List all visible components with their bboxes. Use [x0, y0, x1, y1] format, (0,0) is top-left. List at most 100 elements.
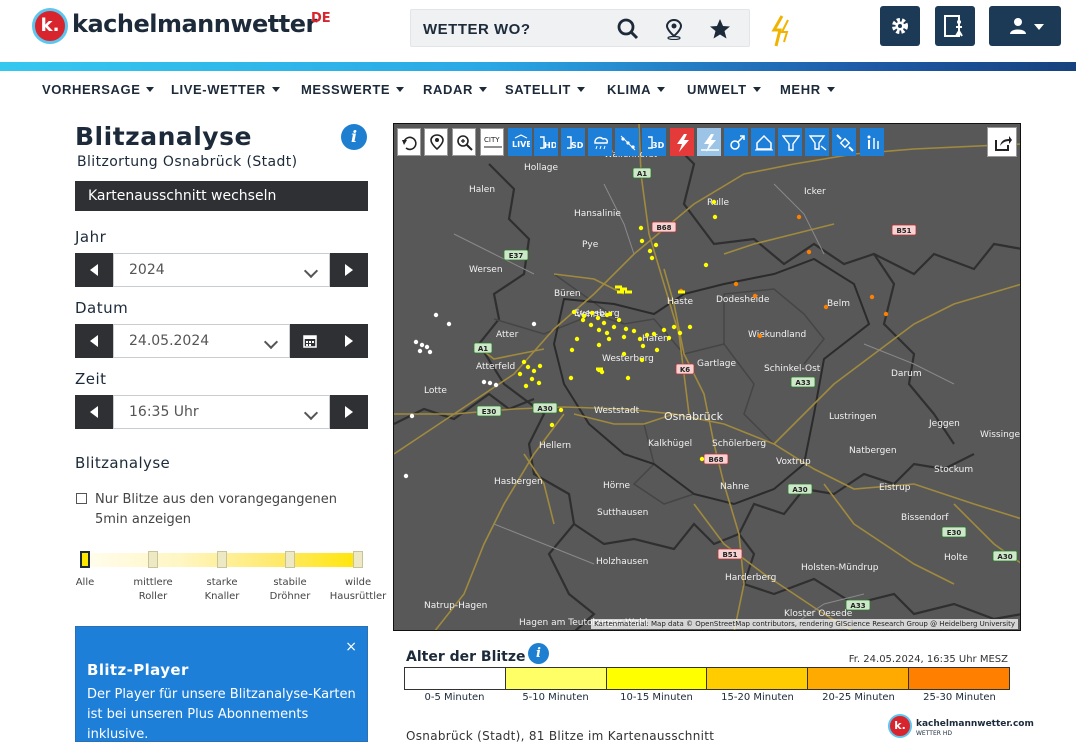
map-place-label: Rulle [707, 198, 730, 208]
radar3d-tool[interactable]: 3D [642, 128, 666, 156]
intensity-stop-0[interactable] [80, 551, 90, 568]
share-button[interactable] [987, 127, 1017, 157]
legend-label-1: 5-10 Minuten [522, 692, 589, 703]
lightning-strike-marker [712, 214, 718, 220]
location-tool[interactable] [424, 128, 448, 156]
year-select[interactable]: 2024 [113, 253, 330, 287]
intensity-stop-3[interactable] [285, 551, 295, 568]
time-select[interactable]: 16:35 Uhr [113, 395, 330, 429]
lightning-strike-marker [644, 332, 650, 338]
city-tool[interactable]: CITY [480, 128, 504, 156]
change-map-section-button[interactable]: Kartenausschnitt wechseln [75, 181, 368, 211]
settings-button[interactable] [880, 6, 920, 46]
intensity-stop-1[interactable] [148, 551, 158, 568]
nav-vorhersage[interactable]: VORHERSAGE [42, 82, 154, 97]
nav-live-wetter[interactable]: LIVE-WETTER [171, 82, 280, 97]
map-place-label: Schölerberg [712, 439, 766, 449]
date-selector: 24.05.2024 [75, 324, 368, 358]
satellite-tool[interactable] [832, 128, 856, 156]
date-next-button[interactable] [330, 324, 368, 358]
svg-text:3D: 3D [652, 141, 664, 150]
lightning-map[interactable]: WallenhorstHalenHollageIckerHansalinieRu… [393, 123, 1021, 631]
lightning-strike-marker [639, 357, 645, 363]
map-place-label: Nahne [720, 482, 750, 492]
lightning-strike-marker [869, 294, 875, 300]
search-label: WETTER WO? [423, 21, 531, 38]
hail-icon [620, 135, 636, 151]
logo-icon[interactable]: k. [32, 8, 68, 44]
logo-letter: k. [40, 15, 60, 36]
search-icon[interactable] [617, 18, 639, 40]
lightning-strike-marker [661, 327, 667, 333]
lightning-strike-marker [493, 382, 499, 388]
road-shield-label: E37 [509, 252, 524, 260]
date-select[interactable]: 24.05.2024 [113, 324, 290, 358]
nav-mehr[interactable]: MEHR [780, 82, 835, 97]
account-button[interactable] [989, 6, 1061, 46]
hail-tool[interactable] [615, 128, 639, 156]
year-next-button[interactable] [330, 253, 368, 287]
intensity-stop-2[interactable] [217, 551, 227, 568]
legend-info-icon[interactable]: i [528, 643, 549, 664]
nav-satellit[interactable]: SATELLIT [505, 82, 585, 97]
watermark-sub: WETTER HD [916, 730, 952, 737]
lightning-strike-marker [647, 248, 653, 254]
funnel-icon [782, 135, 800, 151]
legend-label-5: 25-30 Minuten [923, 692, 996, 703]
map-place-label: Belm [827, 299, 850, 309]
lightning-strike-marker [654, 347, 660, 353]
last-5min-checkbox[interactable] [76, 493, 87, 504]
rain-tool[interactable] [588, 128, 612, 156]
map-place-label: Wissingen [980, 430, 1021, 440]
lightning-hd-tool[interactable] [697, 128, 721, 156]
lightning-strike-marker [581, 313, 587, 319]
funnel2-tool[interactable] [805, 128, 829, 156]
live-tool[interactable]: LIVE [508, 128, 532, 156]
watermark-name: kachelmannwetter.com [916, 719, 1034, 729]
map-place-label: Pye [582, 240, 599, 250]
logout-button[interactable] [935, 6, 975, 46]
intensity-stop-4[interactable] [353, 551, 363, 568]
star-icon[interactable] [709, 18, 731, 40]
lightning-logo-icon[interactable] [770, 14, 792, 50]
header-accent-bar [0, 62, 1076, 71]
calendar-button[interactable] [290, 324, 330, 358]
home-tool[interactable] [751, 128, 775, 156]
location-pin-icon[interactable] [664, 18, 684, 40]
time-prev-button[interactable] [75, 395, 113, 429]
legend-swatch-2 [606, 668, 708, 689]
year-prev-button[interactable] [75, 253, 113, 287]
close-icon[interactable]: × [345, 639, 357, 655]
refresh-tool[interactable] [397, 128, 421, 156]
hd-tool[interactable]: HD [534, 128, 558, 156]
info-tool[interactable] [860, 128, 884, 156]
map-place-label: Osnabrück [664, 410, 724, 423]
info-icon[interactable]: i [341, 124, 367, 150]
map-place-label: Haste [667, 297, 694, 307]
nav-umwelt[interactable]: UMWELT [687, 82, 761, 97]
nav-messwerte[interactable]: MESSWERTE [301, 82, 404, 97]
map-place-label: Lotte [424, 386, 447, 396]
nav-radar[interactable]: RADAR [423, 82, 487, 97]
lightning-strike-marker [419, 342, 425, 348]
zoom-icon [457, 135, 473, 151]
live-icon: LIVE [512, 134, 530, 149]
gender-tool[interactable] [724, 128, 748, 156]
time-next-button[interactable] [330, 395, 368, 429]
lightning-strike-marker [651, 331, 657, 337]
svg-text:HD: HD [544, 141, 556, 150]
logo-text[interactable]: kachelmannwetter [72, 10, 317, 38]
lightning-tool[interactable] [670, 128, 694, 156]
lightning-strike-marker [536, 380, 542, 386]
funnel-tool[interactable] [778, 128, 802, 156]
lightning-strike-marker [621, 334, 627, 340]
search-box[interactable]: WETTER WO? [410, 9, 750, 47]
lightning-strike-marker [413, 339, 419, 345]
map-place-label: Kloster Oesede [784, 609, 853, 619]
sd-tool[interactable]: SD [561, 128, 585, 156]
zoom-tool[interactable] [452, 128, 476, 156]
legend-title: Alter der Blitze [406, 649, 526, 665]
date-prev-button[interactable] [75, 324, 113, 358]
nav-klima[interactable]: KLIMA [607, 82, 665, 97]
road-shield-label: A33 [795, 379, 810, 387]
